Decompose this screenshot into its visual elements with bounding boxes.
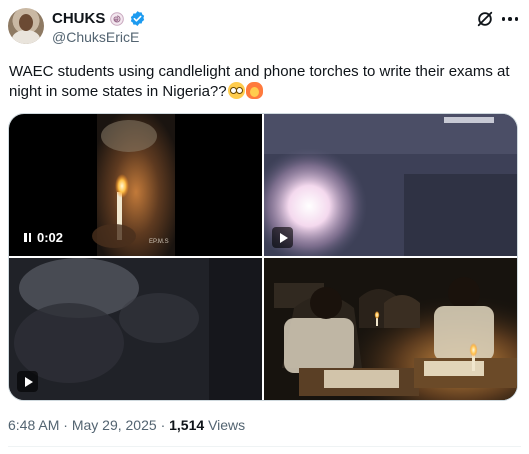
author-name-row: CHUKS <box>52 10 146 27</box>
play-icon <box>24 376 33 387</box>
author-avatar[interactable] <box>8 8 44 44</box>
meta-separator: · <box>63 417 68 433</box>
facepalm-emoji-icon <box>245 82 263 99</box>
spiral-badge-icon <box>110 11 125 26</box>
grok-icon[interactable] <box>476 10 494 28</box>
video-time: 0:02 <box>37 229 64 245</box>
media-grid: EP.M.S 0:02 <box>8 113 518 401</box>
play-icon <box>279 232 288 243</box>
video-tile-1[interactable]: EP.M.S 0:02 <box>9 114 262 256</box>
play-button-2[interactable] <box>17 371 38 392</box>
video-tile-3[interactable] <box>9 258 262 400</box>
pause-icon <box>24 232 31 242</box>
author-name[interactable]: CHUKS <box>52 10 105 27</box>
avatar-face <box>19 14 33 31</box>
tweet-meta: 6:48 AM · May 29, 2025 · 1,514 Views <box>8 417 245 433</box>
video-timer[interactable]: 0:02 <box>18 226 70 248</box>
divider <box>8 446 521 447</box>
more-icon[interactable] <box>500 10 520 28</box>
tweet-time[interactable]: 6:48 AM <box>8 417 59 433</box>
tweet-text: WAEC students using candlelight and phon… <box>9 62 521 102</box>
avatar-shirt <box>12 30 40 44</box>
video-tile-2[interactable] <box>264 114 517 256</box>
author-handle[interactable]: @ChuksEricE <box>52 29 139 45</box>
video-watermark: EP.M.S <box>149 239 169 245</box>
video-frame-phone-light <box>264 114 517 256</box>
play-button[interactable] <box>272 227 293 248</box>
flushed-face-emoji-icon <box>227 82 245 99</box>
photo-classroom-candles <box>264 258 517 400</box>
views-label: Views <box>208 417 246 433</box>
views-count: 1,514 <box>169 417 205 433</box>
photo-tile-classroom[interactable] <box>264 258 517 400</box>
video-frame-dark-room <box>9 258 262 400</box>
tweet-date[interactable]: May 29, 2025 <box>72 417 157 433</box>
meta-separator-2: · <box>160 417 166 433</box>
verified-badge-icon <box>131 11 145 26</box>
